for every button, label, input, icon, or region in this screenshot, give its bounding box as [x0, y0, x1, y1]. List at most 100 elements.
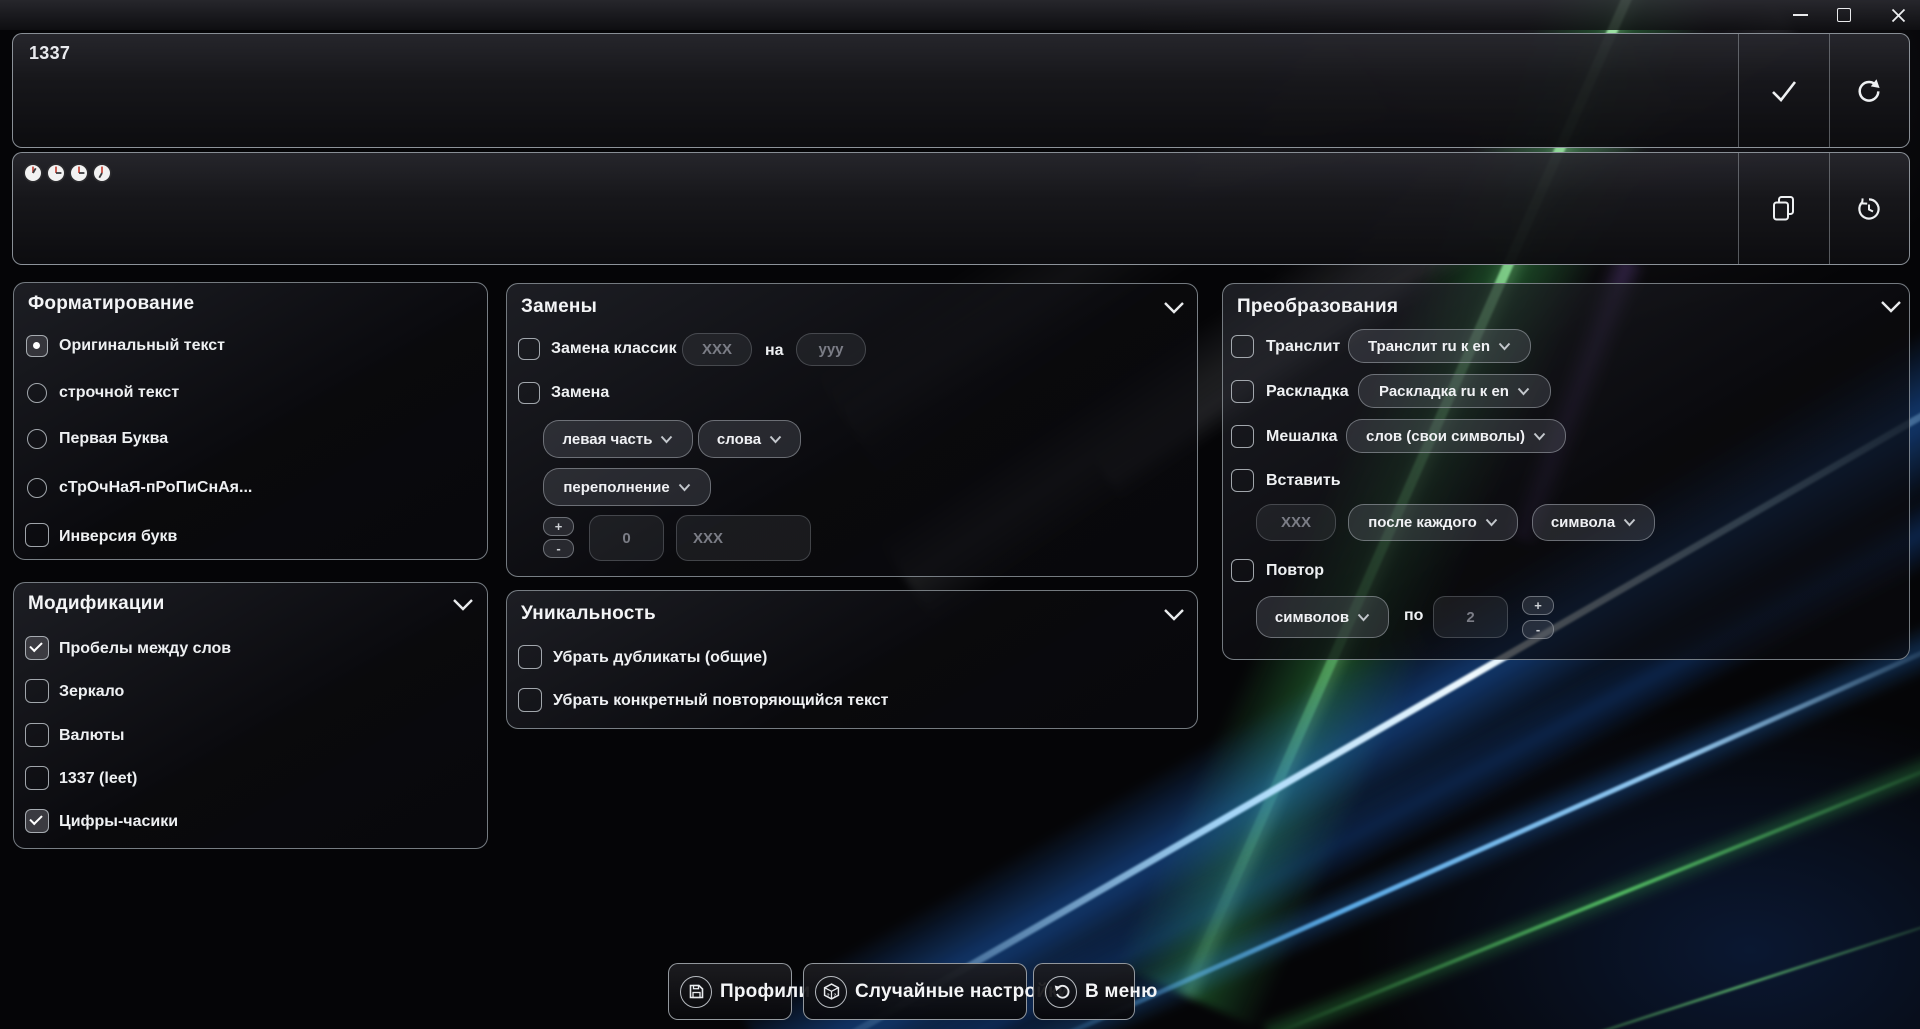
- checkbox-label: Транслит: [1266, 338, 1340, 356]
- dropdown-value: Транслит ru к en: [1368, 338, 1490, 355]
- placeholder-text: ууу: [818, 341, 843, 358]
- save-icon: [680, 976, 712, 1008]
- panel-uniqueness: Уникальность Убрать дубликаты (общие) Уб…: [506, 590, 1198, 729]
- chevron-down-icon: [1485, 518, 1498, 527]
- panel-replacements: Замены Замена классик XXX на ууу Замена …: [506, 283, 1198, 577]
- insert-unit-dropdown[interactable]: символа: [1532, 504, 1655, 541]
- chevron-down-icon: [1623, 518, 1636, 527]
- minus-icon: -: [1536, 622, 1540, 637]
- refresh-button[interactable]: [1829, 34, 1909, 147]
- replace-to-input[interactable]: ууу: [796, 333, 866, 366]
- layout-dropdown[interactable]: Раскладка ru к en: [1358, 374, 1551, 408]
- checkbox-replace-classic[interactable]: [518, 338, 540, 360]
- checkbox-repeat[interactable]: [1231, 559, 1254, 582]
- count-value: 0: [622, 530, 630, 547]
- check-icon: [1769, 78, 1799, 104]
- random-settings-button[interactable]: ? ? Случайные настройки: [803, 963, 1027, 1020]
- checkbox-shuffler[interactable]: [1231, 425, 1254, 448]
- maximize-button[interactable]: [1822, 0, 1866, 30]
- chevron-down-icon[interactable]: [1162, 607, 1186, 623]
- clock-glyph: [23, 163, 43, 183]
- chevron-down-icon: [1357, 613, 1370, 622]
- insert-text-input[interactable]: XXX: [1256, 504, 1336, 541]
- checkbox-remove-specific-repeat[interactable]: [518, 688, 542, 712]
- chevron-down-icon[interactable]: [1879, 299, 1903, 315]
- chevron-down-icon: [1517, 387, 1530, 396]
- close-icon: [1891, 8, 1906, 23]
- minus-icon: -: [556, 541, 560, 556]
- panel-title: Модификации: [28, 593, 165, 615]
- checkbox-translit[interactable]: [1231, 335, 1254, 358]
- checkbox-letter-inversion[interactable]: [25, 523, 49, 547]
- repeat-unit-dropdown[interactable]: символов: [1256, 596, 1389, 638]
- minimize-icon: [1793, 14, 1808, 16]
- plus-icon: +: [1534, 598, 1542, 613]
- radio-alternating-case[interactable]: [27, 478, 47, 498]
- repeat-count-input[interactable]: 2: [1433, 596, 1508, 638]
- svg-text:?: ?: [826, 992, 829, 998]
- minimize-button[interactable]: [1778, 0, 1822, 30]
- placeholder-text: XXX: [702, 341, 732, 358]
- checkbox-label: Убрать конкретный повторяющийся текст: [553, 692, 889, 710]
- source-text-input[interactable]: 1337: [12, 33, 1910, 148]
- title-bar: [0, 0, 1920, 30]
- overflow-dropdown[interactable]: переполнение: [543, 468, 711, 506]
- panel-transformations: Преобразования Транслит Транслит ru к en…: [1222, 283, 1910, 660]
- clock-glyph: [46, 163, 66, 183]
- decrement-button[interactable]: -: [1522, 620, 1554, 639]
- to-menu-button[interactable]: В меню: [1033, 963, 1135, 1020]
- clock-glyph: [69, 163, 89, 183]
- increment-button[interactable]: +: [543, 517, 574, 536]
- svg-text:?: ?: [833, 992, 836, 998]
- increment-button[interactable]: +: [1522, 596, 1554, 615]
- checkbox-label: Замена: [551, 384, 609, 402]
- copy-button[interactable]: [1738, 153, 1829, 264]
- checkbox-leet[interactable]: [25, 766, 49, 790]
- chevron-down-icon: [678, 483, 691, 492]
- panel-formatting: Форматирование Оригинальный текст строчн…: [13, 282, 488, 560]
- close-button[interactable]: [1876, 0, 1920, 30]
- replace-from-input[interactable]: XXX: [682, 333, 752, 366]
- replace-text-input[interactable]: XXX: [676, 515, 811, 561]
- result-text-output[interactable]: [12, 152, 1910, 265]
- shuffler-dropdown[interactable]: слов (свои символы): [1346, 419, 1566, 453]
- radio-first-letter[interactable]: [27, 429, 47, 449]
- dice-icon: ? ?: [815, 976, 847, 1008]
- part-dropdown[interactable]: левая часть: [543, 420, 693, 458]
- checkbox-digit-clocks[interactable]: [25, 809, 49, 833]
- radio-lowercase[interactable]: [27, 383, 47, 403]
- history-button[interactable]: [1829, 153, 1909, 264]
- history-icon: [1855, 195, 1883, 223]
- refresh-icon: [1855, 77, 1883, 105]
- plus-icon: +: [555, 519, 563, 534]
- checkbox-label: Убрать дубликаты (общие): [553, 649, 767, 667]
- checkbox-replace[interactable]: [518, 382, 540, 404]
- checkbox-label: Валюты: [59, 727, 124, 745]
- radio-label: сТрОчНаЯ-пРоПиСнАя...: [59, 479, 252, 497]
- profiles-button[interactable]: Профили: [668, 963, 792, 1020]
- chevron-down-icon[interactable]: [1162, 300, 1186, 316]
- dropdown-value: символов: [1275, 609, 1349, 626]
- checkbox-label: Повтор: [1266, 562, 1324, 580]
- dropdown-value: переполнение: [563, 479, 669, 496]
- translit-dropdown[interactable]: Транслит ru к en: [1348, 329, 1531, 363]
- decrement-button[interactable]: -: [543, 539, 574, 558]
- chevron-down-icon: [1533, 432, 1546, 441]
- radio-label: Оригинальный текст: [59, 337, 225, 355]
- dropdown-value: символа: [1551, 514, 1615, 531]
- radio-label: строчной текст: [59, 384, 179, 402]
- insert-position-dropdown[interactable]: после каждого: [1348, 504, 1518, 541]
- checkbox-currencies[interactable]: [25, 723, 49, 747]
- checkbox-keyboard-layout[interactable]: [1231, 380, 1254, 403]
- radio-original-text[interactable]: [26, 335, 48, 357]
- replace-count-input[interactable]: 0: [589, 515, 664, 561]
- unit-dropdown[interactable]: слова: [698, 420, 801, 458]
- chevron-down-icon[interactable]: [451, 597, 475, 613]
- checkbox-insert[interactable]: [1231, 469, 1254, 492]
- panel-title: Замены: [521, 296, 597, 318]
- apply-button[interactable]: [1738, 34, 1829, 147]
- undo-icon: [1045, 976, 1077, 1008]
- checkbox-mirror[interactable]: [25, 679, 49, 703]
- checkbox-spaces-between-words[interactable]: [25, 636, 49, 660]
- checkbox-remove-duplicates[interactable]: [518, 645, 542, 669]
